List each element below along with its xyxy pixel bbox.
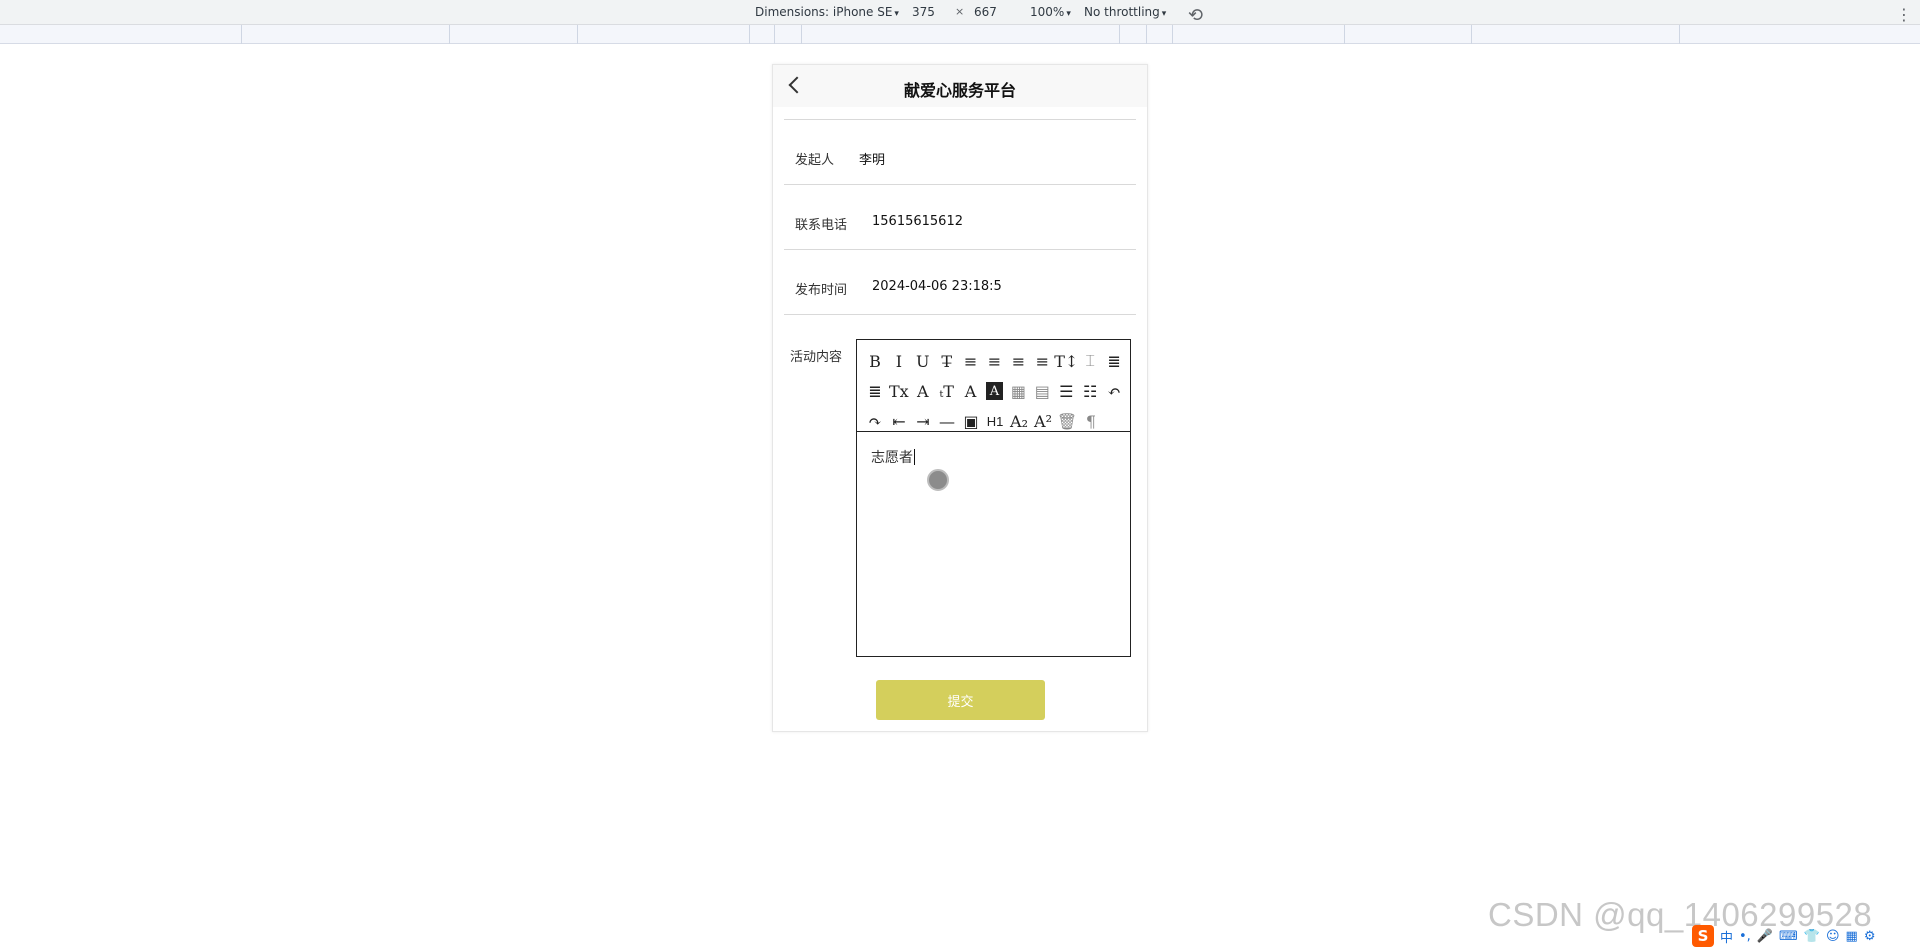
text-cursor — [914, 449, 915, 465]
rich-text-editor: B I U T̶ ≡ ≡ ≡ ≡ T↕ ⌶ ≣ ≣ Tx A ₜT A A ▦ … — [856, 339, 1131, 657]
nav-bar: 献爱心服务平台 — [773, 65, 1147, 107]
align-left-icon[interactable]: ≡ — [959, 349, 983, 373]
more-options-icon[interactable]: ⋮ — [1896, 5, 1912, 24]
device-width-input[interactable]: 375 — [912, 5, 935, 19]
paragraph-icon[interactable]: ¶ — [1079, 409, 1103, 433]
clear-format-icon[interactable]: Tx — [887, 379, 911, 403]
media-query-ruler — [0, 25, 1920, 44]
editor-content[interactable]: 志愿者 — [871, 447, 915, 467]
skin-icon[interactable]: 👕 — [1804, 929, 1820, 944]
ruler-segment[interactable] — [1344, 25, 1345, 44]
submit-button[interactable]: 提交 — [876, 680, 1045, 720]
ruler-segment[interactable] — [801, 25, 802, 44]
ime-punctuation[interactable]: •, — [1739, 929, 1751, 944]
ruler-segment[interactable] — [1471, 25, 1472, 44]
spacing-before-icon[interactable]: ≣ — [1102, 349, 1126, 373]
align-justify-icon[interactable]: ≡ — [1030, 349, 1054, 373]
align-center-icon[interactable]: ≡ — [983, 349, 1007, 373]
ruler-segment[interactable] — [577, 25, 578, 44]
editor-toolbar: B I U T̶ ≡ ≡ ≡ ≡ T↕ ⌶ ≣ ≣ Tx A ₜT A A ▦ … — [857, 340, 1130, 432]
italic-icon[interactable]: I — [887, 349, 911, 373]
font-family-icon[interactable]: A — [911, 379, 935, 403]
ruler-segment[interactable] — [774, 25, 775, 44]
sogou-logo-icon[interactable]: S — [1692, 925, 1714, 947]
zoom-label: 100% — [1030, 5, 1065, 19]
phone-field[interactable]: 15615615612 — [872, 214, 963, 229]
toolbar-row: B I U T̶ ≡ ≡ ≡ ≡ T↕ ⌶ ≣ — [863, 346, 1126, 376]
editor-text: 志愿者 — [871, 450, 913, 466]
chevron-down-icon: ▾ — [894, 9, 899, 19]
ime-toolbar: S 中 •, 🎤 ⌨ 👕 ☺ ▦ ⚙ — [1692, 924, 1875, 948]
phone-label: 联系电话 — [795, 218, 848, 233]
device-dimensions-select[interactable]: Dimensions: iPhone SE ▾ — [755, 5, 899, 19]
emoji-icon[interactable]: ☺ — [1826, 929, 1840, 944]
strikethrough-icon[interactable]: T̶ — [935, 349, 959, 373]
heading-icon[interactable]: H1 — [983, 409, 1007, 433]
outdent-icon[interactable]: ⇤ — [887, 409, 911, 433]
line-height-icon[interactable]: T↕ — [1054, 349, 1078, 373]
content-label: 活动内容 — [790, 350, 843, 365]
toolbar-row: ≣ Tx A ₜT A A ▦ ▤ ☰ ☷ ↶ — [863, 376, 1126, 406]
touch-indicator — [927, 469, 949, 491]
undo-icon[interactable]: ↶ — [1102, 379, 1126, 403]
zoom-select[interactable]: 100% ▾ — [1030, 5, 1071, 19]
trash-icon[interactable]: 🗑 — [1055, 409, 1079, 433]
font-size-icon[interactable]: ₜT — [935, 379, 959, 403]
ime-language[interactable]: 中 — [1720, 927, 1733, 946]
apps-icon[interactable]: ▦ — [1846, 929, 1858, 944]
chevron-down-icon: ▾ — [1066, 9, 1071, 19]
chevron-down-icon: ▾ — [1161, 9, 1167, 19]
ruler-segment[interactable] — [449, 25, 450, 44]
font-color-icon[interactable]: A — [959, 379, 983, 403]
underline-icon[interactable]: U — [911, 349, 935, 373]
throttling-label: No throttling — [1084, 5, 1160, 19]
device-dimensions-label: Dimensions: iPhone SE — [755, 5, 893, 19]
phone-row: 联系电话 15615615612 — [784, 184, 1136, 249]
toolbar-row: ↷ ⇤ ⇥ — ▣ H1 A₂ A² 🗑 ¶ — [863, 406, 1126, 436]
subscript-icon[interactable]: A₂ — [1007, 409, 1031, 433]
superscript-icon[interactable]: A² — [1031, 409, 1055, 433]
publish-time-field[interactable]: 2024-04-06 23:18:5 — [872, 279, 1002, 294]
ruler-segment[interactable] — [1679, 25, 1680, 44]
indent-icon[interactable]: ⇥ — [911, 409, 935, 433]
spacing-after-icon[interactable]: ≣ — [863, 379, 887, 403]
letter-spacing-icon[interactable]: ⌶ — [1078, 349, 1102, 373]
horizontal-rule-icon[interactable]: — — [935, 409, 959, 433]
device-viewport: 献爱心服务平台 发起人 李明 联系电话 15615615612 发布时间 202… — [772, 64, 1148, 732]
bold-icon[interactable]: B — [863, 349, 887, 373]
redo-icon[interactable]: ↷ — [863, 409, 887, 433]
initiator-row: 发起人 李明 — [784, 119, 1136, 184]
ruler-segment[interactable] — [749, 25, 750, 44]
background-color-icon[interactable]: A — [985, 382, 1004, 400]
unordered-list-icon[interactable]: ☷ — [1078, 379, 1102, 403]
keyboard-icon[interactable]: ⌨ — [1779, 929, 1798, 944]
ruler-segment[interactable] — [1119, 25, 1120, 44]
rotate-icon[interactable]: ⟲ — [1188, 5, 1203, 26]
throttling-select[interactable]: No throttling ▾ — [1084, 5, 1166, 19]
paste-icon[interactable]: ▤ — [1030, 379, 1054, 403]
ruler-segment[interactable] — [1146, 25, 1147, 44]
device-height-input[interactable]: 667 — [974, 5, 997, 19]
initiator-label: 发起人 — [795, 153, 835, 168]
publish-time-row: 发布时间 2024-04-06 23:18:5 — [784, 249, 1136, 314]
ruler-segment[interactable] — [1172, 25, 1173, 44]
divider — [784, 314, 1136, 315]
dimension-separator: × — [955, 5, 965, 18]
devtools-device-toolbar: Dimensions: iPhone SE ▾ 375 × 667 100% ▾ N… — [0, 0, 1920, 26]
date-icon[interactable]: ▦ — [1006, 379, 1030, 403]
ruler-segment[interactable] — [241, 25, 242, 44]
page-title: 献爱心服务平台 — [903, 81, 1016, 100]
image-icon[interactable]: ▣ — [959, 409, 983, 433]
microphone-icon[interactable]: 🎤 — [1757, 929, 1773, 944]
ordered-list-icon[interactable]: ☰ — [1054, 379, 1078, 403]
initiator-field[interactable]: 李明 — [859, 149, 885, 168]
align-right-icon[interactable]: ≡ — [1006, 349, 1030, 373]
publish-time-label: 发布时间 — [795, 283, 848, 298]
settings-icon[interactable]: ⚙ — [1864, 929, 1876, 944]
